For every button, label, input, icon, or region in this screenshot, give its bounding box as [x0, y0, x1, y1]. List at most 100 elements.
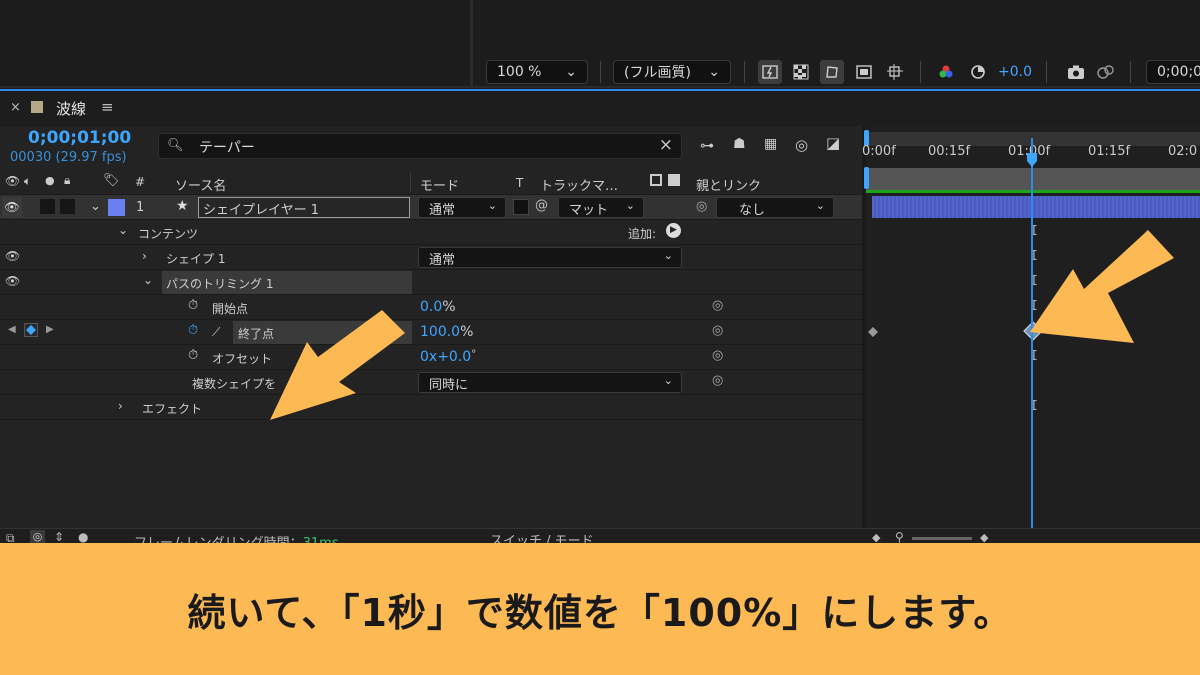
render-time-icon[interactable]: ●: [78, 530, 88, 544]
fast-previews-icon[interactable]: [758, 60, 782, 84]
contents-row[interactable]: [0, 220, 862, 245]
chevron-right-icon[interactable]: ›: [118, 399, 123, 413]
effects-label: エフェクト: [142, 402, 203, 416]
toolbar-separator: [600, 61, 601, 83]
end-value-group[interactable]: 100.0%: [420, 324, 473, 340]
add-keyframe-button[interactable]: [24, 323, 38, 337]
toolbar-separator: [1046, 61, 1047, 83]
eye-icon[interactable]: 👁︎: [2, 197, 22, 217]
parent-pickwhip-icon[interactable]: ◎: [696, 199, 707, 214]
preserve-transparency-toggle[interactable]: [513, 199, 529, 215]
search-icon: 🔍︎: [167, 138, 184, 153]
expression-pickwhip-icon[interactable]: ◎: [712, 323, 723, 338]
layer-duration-bar[interactable]: [872, 196, 1200, 218]
multiple-shapes-select[interactable]: 同時に ⌄: [418, 372, 682, 393]
composition-label-swatch: [31, 101, 43, 113]
eye-icon[interactable]: 👁︎: [5, 249, 20, 263]
expression-pickwhip-icon[interactable]: ◎: [712, 373, 723, 388]
ruler-tick-label: 02:0: [1168, 144, 1198, 159]
offset-value-degrees[interactable]: +0.0: [437, 349, 471, 365]
keyframe-marker[interactable]: [868, 326, 878, 341]
shape-blend-mode-select[interactable]: 通常 ⌄: [418, 247, 682, 268]
shape-blend-mode-value: 通常: [429, 253, 456, 268]
chevron-down-icon[interactable]: ⌄: [90, 199, 101, 214]
chevron-right-icon[interactable]: ›: [142, 249, 147, 263]
end-value[interactable]: 100.0: [420, 324, 460, 340]
camera-snapshot-icon[interactable]: [1064, 60, 1088, 84]
current-timecode[interactable]: 0;00;01;00: [28, 128, 131, 148]
zoom-slider[interactable]: [912, 537, 972, 540]
transfer-controls-icon[interactable]: ◎: [30, 530, 45, 544]
lock-switch[interactable]: [60, 199, 75, 214]
layer-mode-select[interactable]: 通常 ⌄: [418, 197, 506, 218]
expression-pickwhip-icon[interactable]: ◎: [712, 348, 723, 363]
region-of-interest-icon[interactable]: [852, 60, 876, 84]
motion-blur-icon[interactable]: ◎: [795, 136, 808, 154]
add-label: 追加:: [628, 227, 657, 241]
work-area-start-handle[interactable]: [864, 167, 869, 189]
expression-pickwhip-icon[interactable]: ◎: [712, 298, 723, 313]
multiple-shapes-label: 複数シェイプを: [192, 377, 277, 391]
grid-guides-icon[interactable]: [883, 60, 907, 84]
start-value[interactable]: 0.0: [420, 299, 442, 315]
layer-label-color[interactable]: [108, 199, 125, 216]
shy-layers-icon[interactable]: ☗: [733, 136, 746, 152]
panel-menu-icon[interactable]: ≡: [101, 98, 114, 116]
layer-mode-value: 通常: [429, 203, 456, 218]
track-matte-select[interactable]: マット ⌄: [558, 197, 644, 218]
transparency-grid-icon[interactable]: [789, 60, 813, 84]
effects-row[interactable]: [0, 395, 862, 420]
source-name-header[interactable]: ソース名: [175, 175, 226, 194]
previous-keyframe-icon[interactable]: ◀: [8, 324, 16, 335]
show-snapshot-icon[interactable]: [1094, 60, 1118, 84]
track-matte-value: マット: [569, 203, 609, 218]
frame-blending-icon[interactable]: ▦: [764, 136, 777, 152]
resolution-dropdown[interactable]: (フル画質) ⌄: [613, 60, 731, 84]
track-matte-header: トラックマ…: [540, 179, 619, 194]
parent-select[interactable]: なし ⌄: [716, 197, 834, 218]
ruler-tick-label: 0:00f: [862, 144, 896, 159]
track-matte-pickwhip-icon[interactable]: @: [535, 198, 548, 213]
layer-number: 1: [136, 200, 145, 215]
stopwatch-active-icon[interactable]: ⏱︎: [188, 323, 198, 338]
stopwatch-icon[interactable]: ⏱︎: [188, 298, 198, 313]
zoom-dropdown[interactable]: 100 % ⌄: [486, 60, 588, 84]
mask-path-visibility-icon[interactable]: [820, 60, 844, 84]
trim-paths-row[interactable]: [0, 270, 862, 295]
column-divider[interactable]: [410, 172, 411, 192]
panel-title[interactable]: 波線: [56, 98, 86, 119]
resolution-value: (フル画質): [624, 65, 691, 81]
graph-editor-icon[interactable]: ◪: [826, 134, 840, 152]
playhead-handle[interactable]: [1026, 152, 1038, 172]
search-input[interactable]: 🔍︎ テーパー ×: [158, 133, 682, 159]
chevron-down-icon[interactable]: ⌄: [118, 223, 128, 237]
graph-icon[interactable]: ⟋: [212, 325, 220, 340]
eye-icon[interactable]: 👁︎: [5, 274, 20, 288]
exposure-value[interactable]: +0.0: [998, 64, 1032, 80]
clear-search-icon[interactable]: ×: [659, 135, 673, 155]
stopwatch-icon[interactable]: ⏱︎: [188, 348, 198, 363]
chevron-down-icon[interactable]: ⌄: [143, 273, 153, 287]
next-keyframe-icon[interactable]: ▶: [46, 324, 54, 335]
start-value-group[interactable]: 0.0%: [420, 299, 456, 315]
color-channels-icon[interactable]: [934, 60, 958, 84]
current-time-field[interactable]: 0;00;01: [1146, 60, 1200, 84]
layer-name-field[interactable]: シェイプレイヤー 1: [198, 197, 410, 218]
zoom-slider-icon[interactable]: ⚲: [895, 530, 904, 544]
contents-label: コンテンツ: [138, 227, 199, 241]
add-menu-icon[interactable]: ▶: [666, 223, 681, 238]
in-out-icon[interactable]: ⇕: [54, 530, 64, 544]
offset-value-x[interactable]: 0x: [420, 349, 437, 365]
solo-switch[interactable]: [40, 199, 55, 214]
current-time-value: 0;00;01: [1157, 64, 1200, 80]
end-unit: %: [460, 324, 474, 340]
frame-count-fps: 00030 (29.97 fps): [10, 150, 127, 165]
start-unit: %: [442, 299, 456, 315]
preserve-transparency-header: T: [516, 176, 524, 190]
reset-exposure-icon[interactable]: [966, 60, 990, 84]
close-icon[interactable]: ×: [10, 100, 21, 115]
offset-value-group[interactable]: 0x+0.0°: [420, 349, 476, 365]
caption-text: 続いて、「1秒」で数値を「100%」にします。: [187, 590, 1013, 635]
comp-flowchart-icon[interactable]: ⊶: [700, 138, 714, 154]
viewer-bottom-line: [0, 86, 1200, 88]
